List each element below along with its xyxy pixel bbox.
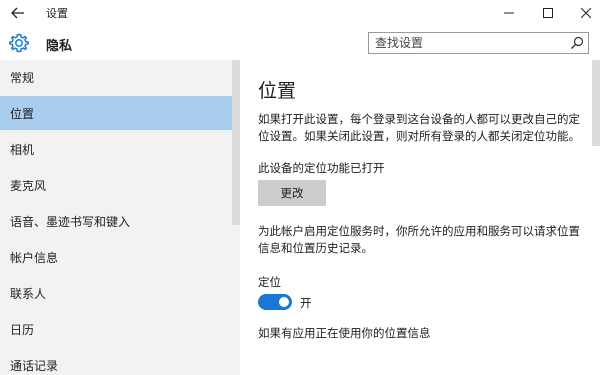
page-header: 隐私	[0, 26, 600, 60]
toggle-state-label: 开	[300, 296, 312, 310]
sidebar-item-call-history[interactable]: 通话记录	[0, 348, 240, 375]
toggle-knob	[279, 297, 289, 307]
sidebar-item-speech-inking-typing[interactable]: 语音、墨迹书写和键入	[0, 204, 240, 238]
location-toggle-label: 定位	[258, 275, 281, 289]
change-button[interactable]: 更改	[258, 180, 326, 206]
sidebar-item-general[interactable]: 常规	[0, 60, 240, 94]
sidebar-item-contacts[interactable]: 联系人	[0, 276, 240, 310]
minimize-button[interactable]	[489, 0, 529, 26]
search-icon[interactable]	[570, 36, 584, 50]
close-button[interactable]	[566, 0, 600, 26]
sidebar-item-calendar[interactable]: 日历	[0, 312, 240, 346]
sidebar-item-camera[interactable]: 相机	[0, 132, 240, 166]
main-scrollbar[interactable]	[592, 60, 600, 146]
back-arrow-icon	[11, 7, 24, 19]
main-content: 位置 如果打开此设置，每个登录到这台设备的人都可以更改自己的定位设置。如果关闭此…	[240, 60, 600, 375]
sidebar-item-microphone[interactable]: 麦克风	[0, 168, 240, 202]
close-icon	[581, 8, 591, 18]
search-box[interactable]	[368, 32, 589, 54]
location-toggle[interactable]	[258, 294, 292, 310]
page-category-title: 隐私	[46, 39, 73, 54]
sidebar-scrollbar[interactable]	[232, 60, 240, 225]
window-title: 设置	[46, 7, 68, 20]
sidebar: 常规 位置 相机 麦克风 语音、墨迹书写和键入 帐户信息 联系人 日历 通话记录	[0, 60, 240, 375]
location-in-use-text: 如果有应用正在使用你的位置信息	[258, 326, 431, 340]
sidebar-item-account-info[interactable]: 帐户信息	[0, 240, 240, 274]
back-button[interactable]	[8, 3, 28, 23]
settings-window: 设置 隐私 查找设置 常规 位置 相机 麦克风 语音、墨迹书写和键入 帐户信息 …	[0, 0, 600, 375]
gear-icon	[9, 33, 29, 53]
title-bar: 设置	[0, 0, 600, 26]
device-location-status: 此设备的定位功能已打开	[258, 161, 385, 175]
location-service-description: 为此帐户启用定位服务时，你所允许的应用和服务可以请求位置信息和位置历史记录。	[258, 224, 580, 255]
location-description: 如果打开此设置，每个登录到这台设备的人都可以更改自己的定位设置。如果关闭此设置，…	[258, 112, 580, 143]
search-input[interactable]	[369, 33, 564, 53]
maximize-icon	[543, 8, 553, 18]
sidebar-item-location[interactable]: 位置	[0, 96, 240, 130]
maximize-button[interactable]	[528, 0, 568, 26]
page-title: 位置	[258, 80, 297, 102]
minimize-icon	[504, 12, 514, 14]
